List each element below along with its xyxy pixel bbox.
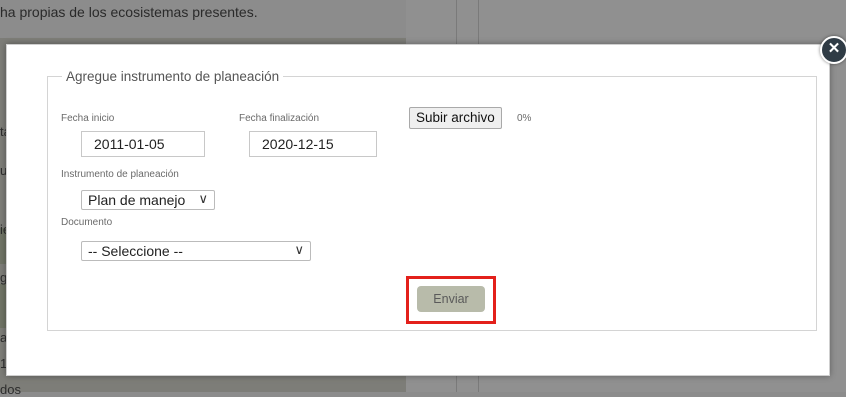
instrumento-select[interactable]: Plan de manejo ∨ xyxy=(81,190,215,210)
upload-file-button[interactable]: Subir archivo xyxy=(409,107,502,129)
documento-selected: -- Seleccione -- xyxy=(88,243,183,259)
fecha-fin-label: Fecha finalización xyxy=(239,113,320,124)
fecha-inicio-label: Fecha inicio xyxy=(61,113,115,124)
close-icon[interactable]: ✕ xyxy=(820,36,846,64)
chevron-down-icon: ∨ xyxy=(294,242,304,257)
background-text: ha propias de los ecosistemas presentes. xyxy=(0,4,258,20)
upload-progress: 0% xyxy=(517,113,532,124)
chevron-down-icon: ∨ xyxy=(198,191,208,206)
fecha-inicio-input[interactable]: 2011-01-05 xyxy=(81,131,205,157)
form-legend: Agregue instrumento de planeación xyxy=(66,69,280,84)
instrumento-label: Instrumento de planeación xyxy=(61,169,179,180)
background-edge-label: dos xyxy=(0,382,21,397)
fecha-fin-input[interactable]: 2020-12-15 xyxy=(249,131,377,157)
documento-label: Documento xyxy=(61,217,113,228)
submit-button[interactable]: Enviar xyxy=(417,286,485,312)
instrumento-selected: Plan de manejo xyxy=(88,192,186,208)
documento-select[interactable]: -- Seleccione -- ∨ xyxy=(81,241,311,261)
planning-instrument-dialog: Agregue instrumento de planeación Fecha … xyxy=(6,44,830,376)
